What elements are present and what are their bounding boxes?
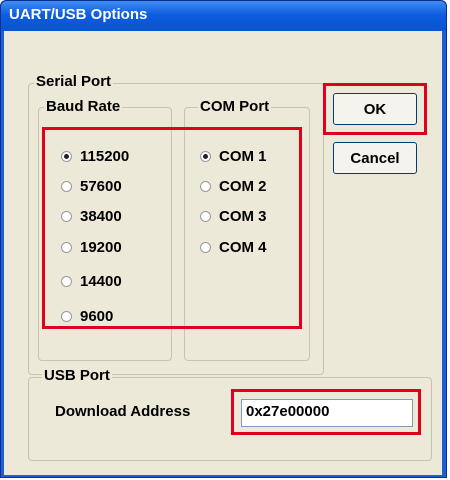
serial-port-label: Serial Port xyxy=(34,73,114,90)
options-highlight-box xyxy=(42,127,302,329)
dialog-client-area: Serial Port Baud Rate COM Port 115200 57… xyxy=(4,31,442,475)
ok-button-highlight-box xyxy=(323,83,427,135)
cancel-button[interactable]: Cancel xyxy=(333,142,417,174)
title-bar[interactable]: UART/USB Options xyxy=(1,1,446,31)
dialog-window: UART/USB Options Serial Port Baud Rate C… xyxy=(0,0,447,478)
window-title: UART/USB Options xyxy=(9,6,148,23)
download-address-label: Download Address xyxy=(55,403,191,420)
com-port-label: COM Port xyxy=(198,98,272,115)
download-address-highlight-box xyxy=(231,389,421,435)
usb-port-label: USB Port xyxy=(42,367,112,384)
baud-rate-label: Baud Rate xyxy=(44,98,123,115)
